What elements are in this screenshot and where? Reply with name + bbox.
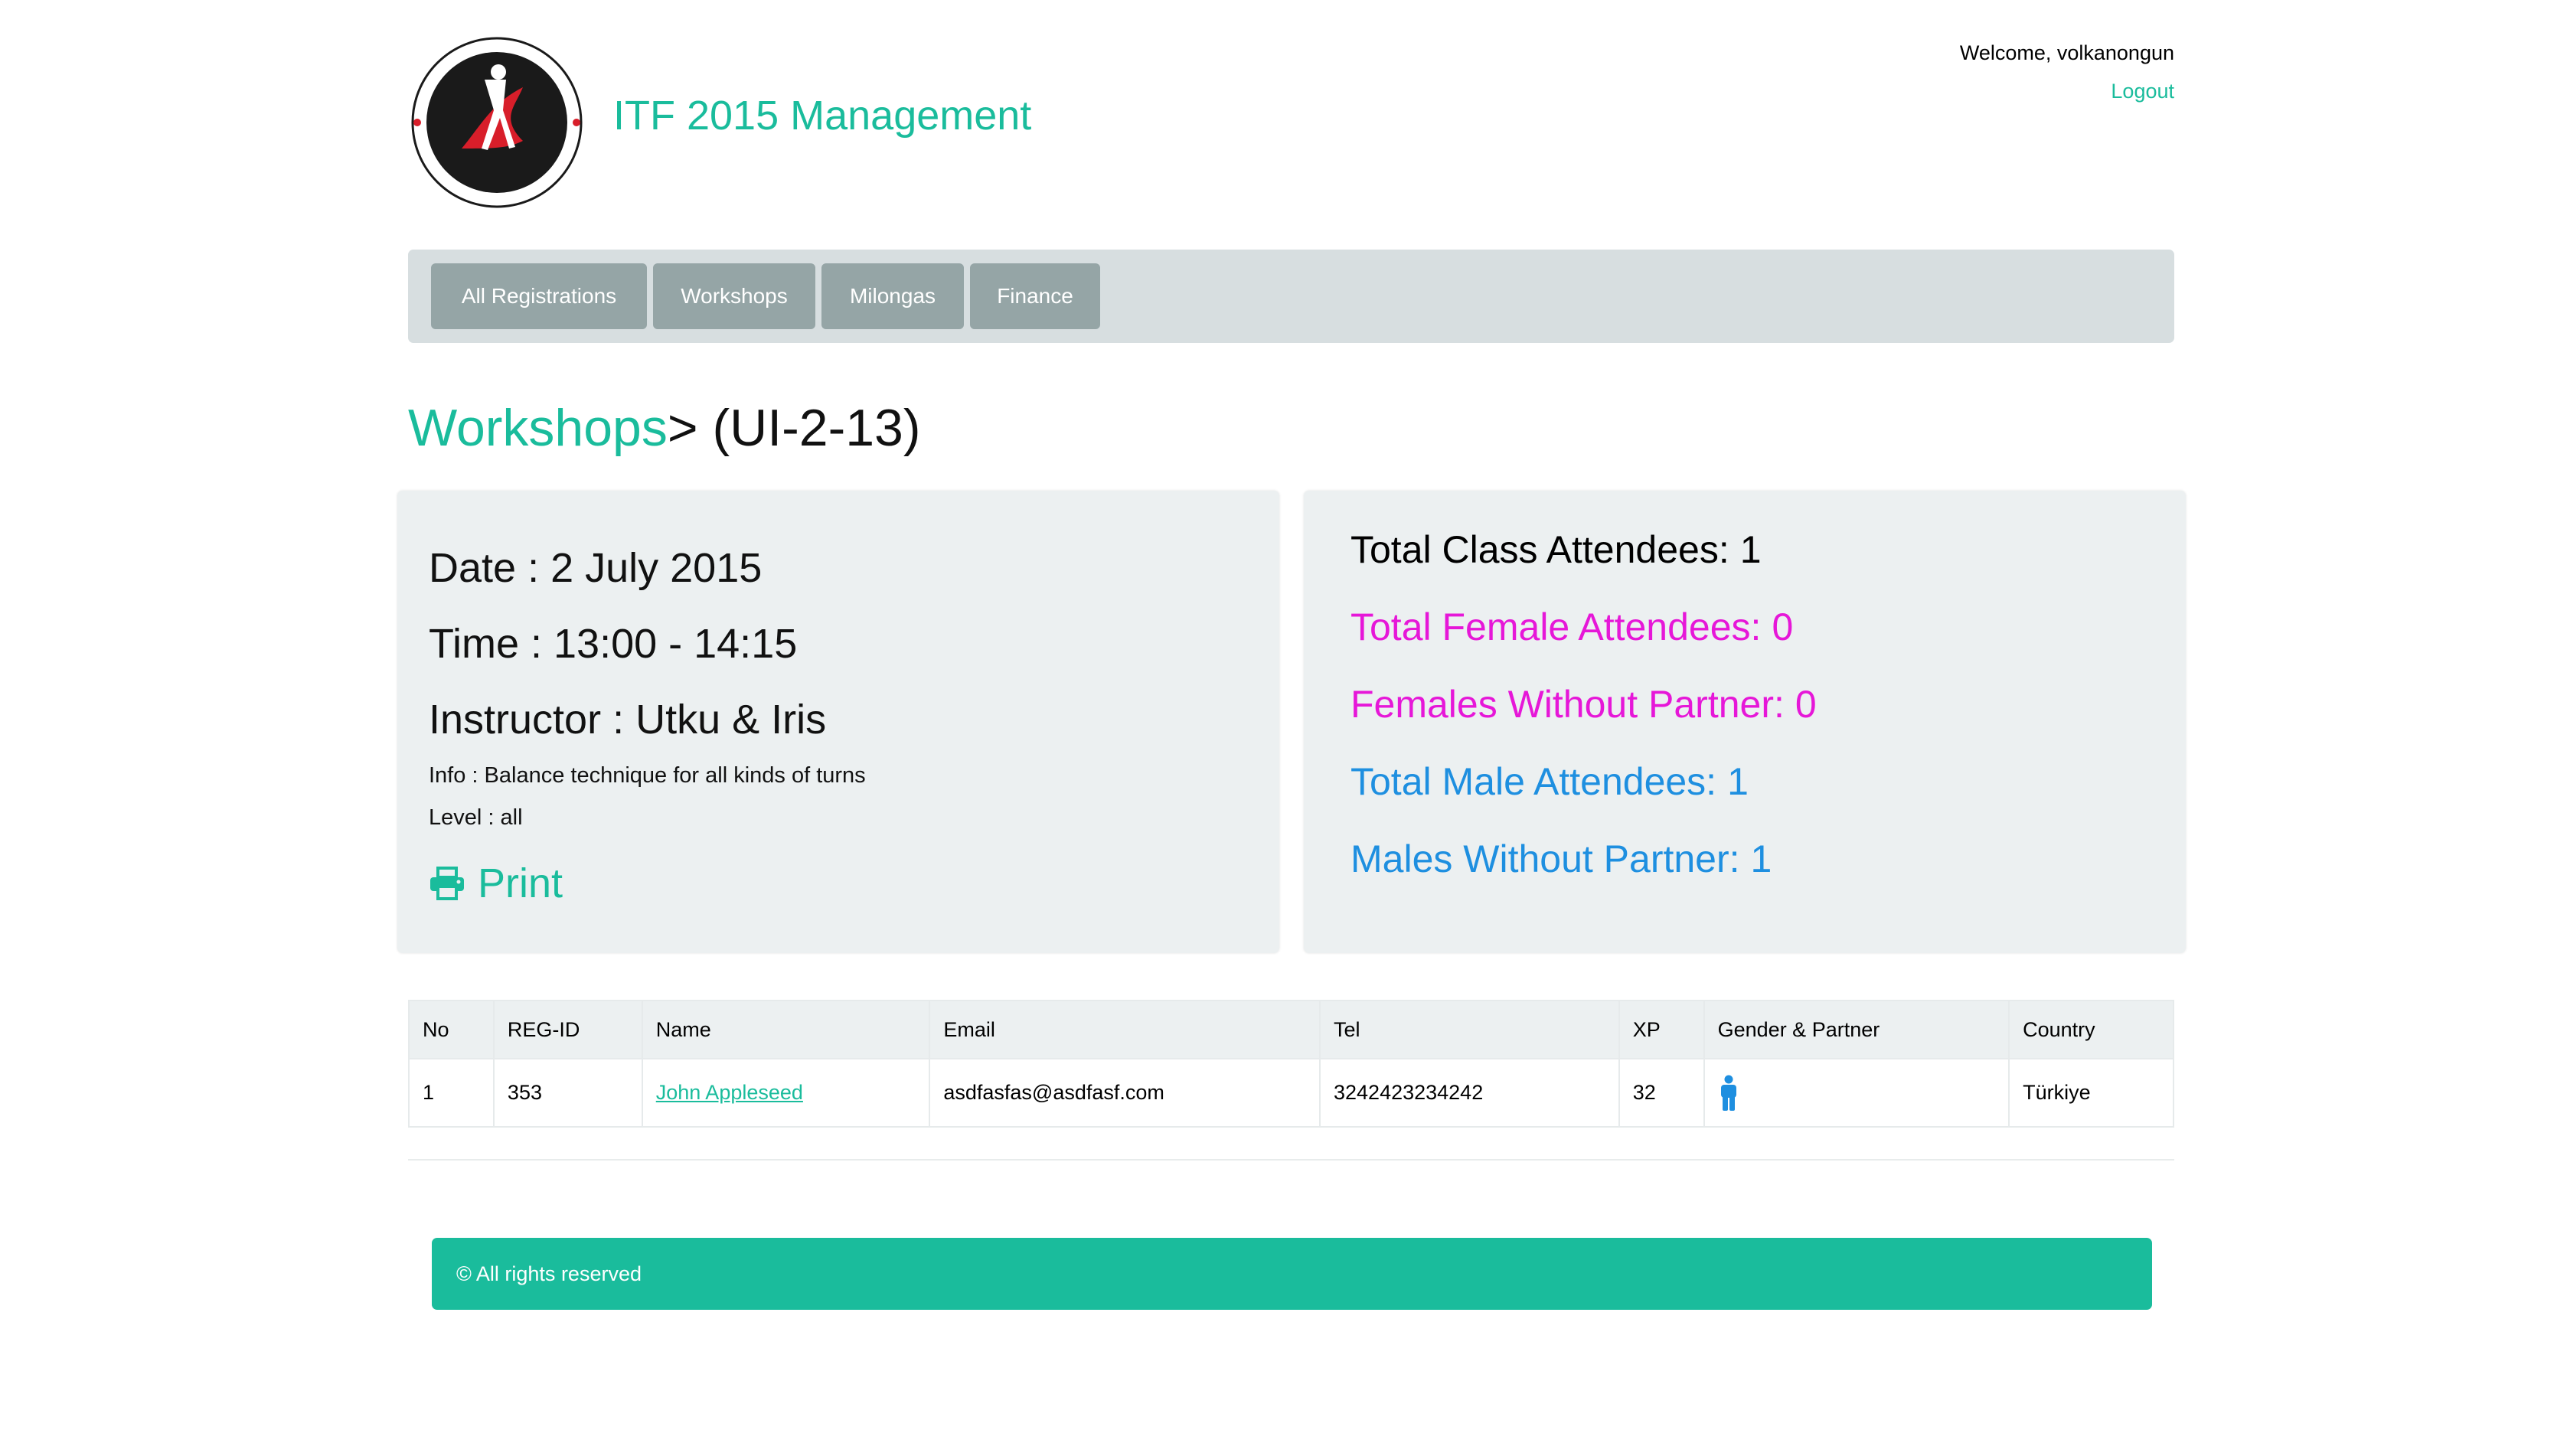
footer-divider [408,1159,2174,1161]
workshop-info: Info : Balance technique for all kinds o… [429,763,866,788]
stat-females-without-label: Females Without Partner: [1350,683,1785,726]
attendance-stats-panel: Total Class Attendees: 1 Total Female Att… [1304,491,2186,953]
cell-country: Türkiye [2008,1058,2174,1128]
cell-reg-id: 353 [492,1058,643,1128]
stat-males-without-label: Males Without Partner: [1350,837,1740,880]
attendee-name-link[interactable]: John Appleseed [656,1081,803,1104]
welcome-text: Welcome, volkanongun [1959,41,2174,64]
print-button[interactable]: Print [429,857,563,910]
workshop-time: Time : 13:00 - 14:15 [429,621,798,667]
breadcrumb: Workshops> (UI-2-13) [408,398,921,458]
column-header: XP [1618,1000,1705,1059]
workshop-instructor: Instructor : Utku & Iris [429,697,827,743]
male-person-icon [1720,1075,1736,1111]
table-row: 1 353 John Appleseed asdfasfas@asdfasf.c… [408,1058,2174,1128]
stat-total-class-value: 1 [1739,528,1762,571]
print-label: Print [478,860,563,906]
breadcrumb-workshops-link[interactable]: Workshops [408,399,668,457]
stat-males-without-partner: Males Without Partner: 1 [1350,837,1772,881]
logout-link[interactable]: Logout [2111,80,2174,103]
workshop-date: Date : 2 July 2015 [429,545,763,591]
stat-total-male-value: 1 [1727,760,1749,803]
stat-total-class: Total Class Attendees: 1 [1350,527,1762,572]
cell-name: John Appleseed [641,1058,931,1128]
column-header: REG-ID [492,1000,643,1059]
main-navbar: All Registrations Workshops Milongas Fin… [408,250,2174,343]
cell-tel: 3242423234242 [1319,1058,1620,1128]
workshop-details-panel: Date : 2 July 2015 Time : 13:00 - 14:15 … [397,491,1279,953]
attendees-table: No REG-ID Name Email Tel XP Gender & Par… [408,1000,2174,1128]
stat-total-male: Total Male Attendees: 1 [1350,759,1749,804]
footer-copyright: © All rights reserved [456,1262,642,1285]
column-header: No [408,1000,495,1059]
workshop-level: Level : all [429,805,523,830]
stat-females-without-value: 0 [1795,683,1817,726]
column-header: Tel [1319,1000,1620,1059]
stat-total-class-label: Total Class Attendees: [1350,528,1729,571]
cell-email: asdfasfas@asdfasf.com [929,1058,1321,1128]
footer: © All rights reserved [432,1238,2152,1310]
column-header: Country [2008,1000,2174,1059]
app-title: ITF 2015 Management [613,93,1032,139]
printer-icon [430,867,464,900]
table-header-row: No REG-ID Name Email Tel XP Gender & Par… [408,1000,2174,1059]
stat-females-without-partner: Females Without Partner: 0 [1350,682,1817,726]
column-header: Gender & Partner [1703,1000,2010,1059]
stat-males-without-value: 1 [1750,837,1772,880]
cell-gender-partner [1703,1058,2010,1128]
stat-total-female-label: Total Female Attendees: [1350,606,1762,648]
nav-all-registrations[interactable]: All Registrations [431,263,647,329]
nav-finance[interactable]: Finance [970,263,1100,329]
stat-total-male-label: Total Male Attendees: [1350,760,1717,803]
festival-logo [411,37,583,208]
cell-xp: 32 [1618,1058,1705,1128]
attendees-table-wrapper: No REG-ID Name Email Tel XP Gender & Par… [408,1000,2174,1128]
column-header: Name [641,1000,931,1059]
cell-no: 1 [408,1058,495,1128]
column-header: Email [929,1000,1321,1059]
stat-total-female: Total Female Attendees: 0 [1350,605,1793,649]
header: ITF 2015 Management Welcome, volkanongun… [408,31,2174,214]
stat-total-female-value: 0 [1772,606,1794,648]
nav-milongas[interactable]: Milongas [821,263,964,329]
breadcrumb-current: > (UI-2-13) [667,399,921,457]
nav-workshops[interactable]: Workshops [653,263,815,329]
